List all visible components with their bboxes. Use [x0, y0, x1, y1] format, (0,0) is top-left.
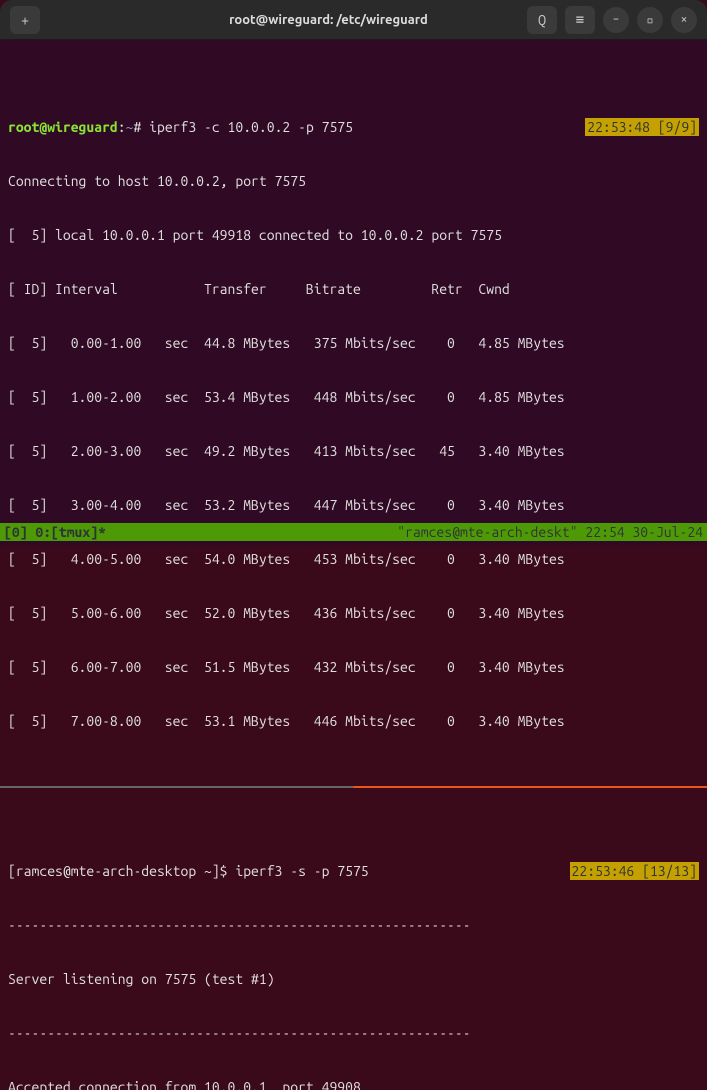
tmux-status-right: "ramces@mte-arch-deskt" 22:54 30-Jul-24 — [397, 523, 703, 541]
command-bottom: iperf3 -s -p 7575 — [235, 863, 368, 879]
prompt-line-bottom: [ramces@mte-arch-desktop ~]$ iperf3 -s -… — [8, 862, 699, 880]
table-row: [ 5] 7.00-8.00 sec 53.1 MBytes 446 Mbits… — [8, 712, 699, 730]
table-row: [ 5] 4.00-5.00 sec 54.0 MBytes 453 Mbits… — [8, 550, 699, 568]
prompt-symbol: # — [133, 119, 141, 135]
tmux-status-bar: [0] 0:[tmux]* "ramces@mte-arch-deskt" 22… — [0, 523, 707, 541]
dash-line: ----------------------------------------… — [8, 916, 699, 934]
titlebar: + root@wireguard: /etc/wireguard Q ≡ – ▫… — [0, 0, 707, 40]
pane-divider[interactable] — [0, 786, 707, 788]
search-button[interactable]: Q — [527, 6, 557, 34]
accepted-line: Accepted connection from 10.0.0.1, port … — [8, 1078, 699, 1090]
table-row: [ 5] 6.00-7.00 sec 51.5 MBytes 432 Mbits… — [8, 658, 699, 676]
table-header-top: [ ID] Interval Transfer Bitrate Retr Cwn… — [8, 280, 699, 298]
dash-line: ----------------------------------------… — [8, 1024, 699, 1042]
pane-clock-bottom: 22:53:46 [13/13] — [570, 862, 699, 880]
command-top: iperf3 -c 10.0.0.2 -p 7575 — [149, 119, 353, 135]
local-line-top: [ 5] local 10.0.0.1 port 49918 connected… — [8, 226, 699, 244]
maximize-button[interactable]: ▫ — [637, 7, 663, 33]
window-title: root@wireguard: /etc/wireguard — [130, 13, 527, 27]
prompt-user-host: root@wireguard — [8, 119, 118, 135]
minimize-button[interactable]: – — [603, 7, 629, 33]
connecting-line: Connecting to host 10.0.0.2, port 7575 — [8, 172, 699, 190]
pane-clock-top: 22:53:48 [9/9] — [585, 118, 699, 136]
new-tab-button[interactable]: + — [10, 6, 40, 34]
close-button[interactable]: × — [671, 7, 697, 33]
table-row: [ 5] 1.00-2.00 sec 53.4 MBytes 448 Mbits… — [8, 388, 699, 406]
prompt-line-top: root@wireguard:~# iperf3 -c 10.0.0.2 -p … — [8, 118, 699, 136]
tmux-status-left: [0] 0:[tmux]* — [4, 523, 106, 541]
table-row: [ 5] 2.00-3.00 sec 49.2 MBytes 413 Mbits… — [8, 442, 699, 460]
terminal[interactable]: root@wireguard:~# iperf3 -c 10.0.0.2 -p … — [0, 40, 707, 545]
listening-line: Server listening on 7575 (test #1) — [8, 970, 699, 988]
table-row: [ 5] 5.00-6.00 sec 52.0 MBytes 436 Mbits… — [8, 604, 699, 622]
table-row: [ 5] 3.00-4.00 sec 53.2 MBytes 447 Mbits… — [8, 496, 699, 514]
table-row: [ 5] 0.00-1.00 sec 44.8 MBytes 375 Mbits… — [8, 334, 699, 352]
menu-button[interactable]: ≡ — [565, 6, 595, 34]
